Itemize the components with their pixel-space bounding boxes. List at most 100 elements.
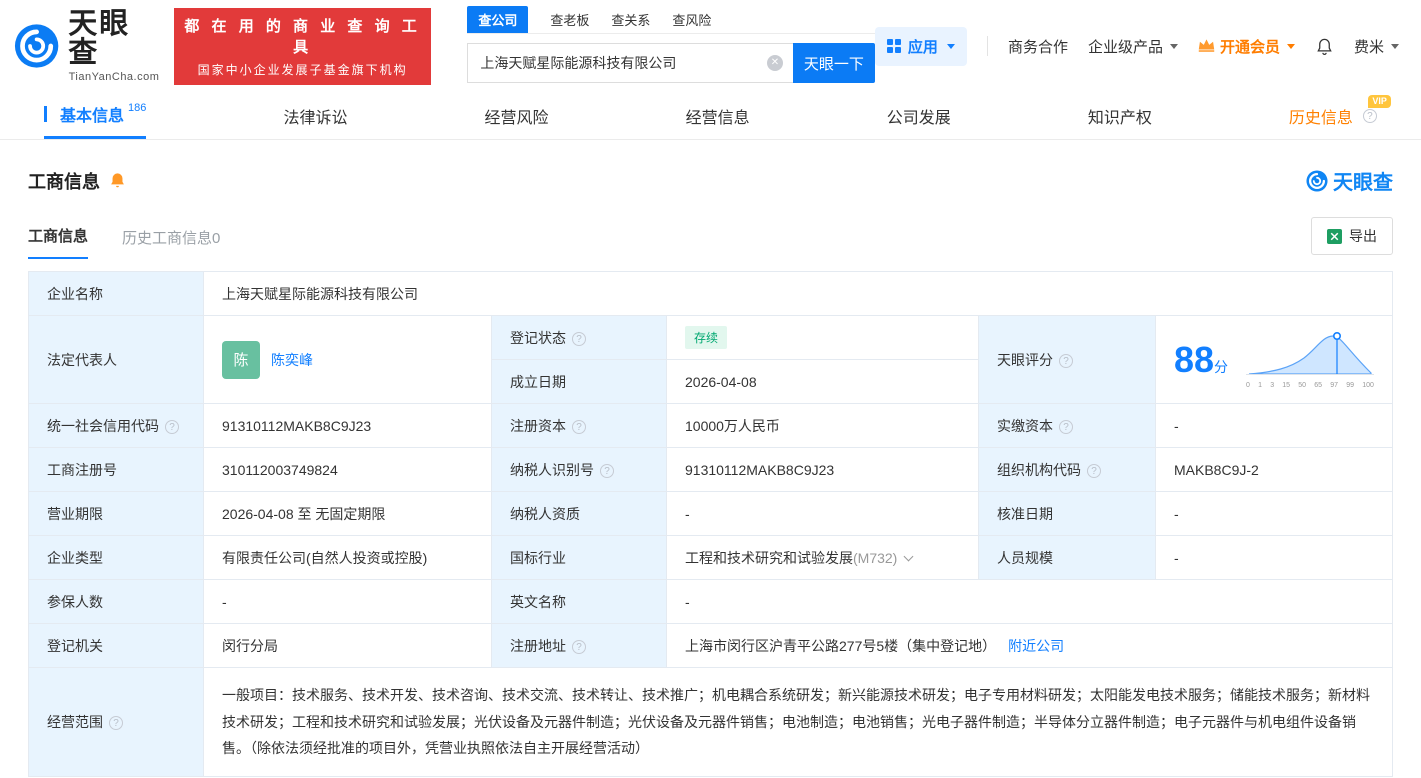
table-row: 参保人数 - 英文名称 - (28, 579, 1393, 624)
apps-grid-icon (886, 39, 901, 53)
tab-legal-litigation[interactable]: 法律诉讼 (283, 92, 347, 139)
tab-operation-risk[interactable]: 经营风险 (485, 92, 549, 139)
logo-swirl-icon (1306, 169, 1328, 192)
score-curve-icon (1246, 331, 1374, 375)
company-nav-tabs: 基本信息 186 法律诉讼 经营风险 经营信息 公司发展 知识产权 历史信息 V… (0, 92, 1421, 140)
legal-rep-link[interactable]: 陈奕峰 (271, 350, 313, 370)
score-label-cell: 天眼评分 (978, 315, 1156, 404)
search-tab-boss[interactable]: 查老板 (550, 10, 589, 33)
help-icon[interactable] (1059, 353, 1073, 368)
tab-operation-info[interactable]: 经营信息 (686, 92, 750, 139)
help-icon[interactable] (600, 463, 614, 478)
logo-domain: TianYanCha.com (68, 70, 160, 83)
subtab-history-business-info[interactable]: 历史工商信息0 (122, 227, 220, 259)
business-term-label: 营业期限 (28, 491, 204, 536)
table-row: 登记机关 闵行分局 注册地址 上海市闵行区沪青平公路277号5楼（集中登记地） 附… (28, 623, 1393, 668)
top-menu: 应用 商务合作 企业级产品 开通会员 费米 (874, 26, 1399, 66)
help-icon[interactable] (572, 419, 586, 434)
search-tab-company[interactable]: 查公司 (467, 6, 529, 33)
reg-authority-value: 闵行分局 (203, 623, 492, 668)
user-menu[interactable]: 费米 (1354, 36, 1399, 57)
legal-rep-avatar[interactable]: 陈 (222, 340, 260, 379)
help-icon[interactable] (109, 715, 123, 730)
company-name-value: 上海天赋星际能源科技有限公司 (203, 271, 1393, 316)
insured-label: 参保人数 (28, 579, 204, 624)
insured-value: - (203, 579, 492, 624)
tianyancha-logo[interactable]: 天眼查 TianYanCha.com (14, 9, 160, 83)
search-area: 查公司 查老板 查关系 查风险 天眼一下 (467, 6, 875, 83)
status-badge: 存续 (685, 326, 728, 349)
search-row: 天眼一下 (467, 43, 875, 83)
reg-number-label: 工商注册号 (28, 447, 204, 492)
menu-vip-label: 开通会员 (1219, 38, 1280, 56)
tab-company-development[interactable]: 公司发展 (887, 92, 951, 139)
clear-search-icon[interactable] (766, 55, 783, 71)
export-button[interactable]: 导出 (1311, 217, 1393, 255)
chevron-down-icon[interactable] (903, 551, 914, 561)
slogan-banner: 都 在 用 的 商 业 查 询 工 具 国家中小企业发展子基金旗下机构 (173, 7, 432, 85)
staff-size-value: - (1155, 535, 1393, 580)
help-icon[interactable] (572, 331, 586, 346)
reg-capital-label: 注册资本 (510, 417, 566, 434)
taxpayer-quality-value: - (666, 491, 979, 536)
legal-rep-label: 法定代表人 (28, 315, 204, 404)
taxpayer-quality-label: 纳税人资质 (491, 491, 667, 536)
tab-company-development-label: 公司发展 (886, 109, 951, 127)
business-info-table: 企业名称 上海天赋星际能源科技有限公司 法定代表人 陈 陈奕峰 登记状态 存续 (28, 271, 1393, 777)
menu-enterprise[interactable]: 企业级产品 (1088, 36, 1178, 57)
apps-menu[interactable]: 应用 (874, 26, 967, 66)
apps-menu-label: 应用 (907, 38, 938, 56)
tab-history-info[interactable]: 历史信息 VIP (1289, 92, 1391, 139)
business-term-value: 2026-04-08 至 无固定期限 (203, 491, 492, 536)
table-row: 统一社会信用代码 91310112MAKB8C9J23 注册资本 10000万人… (28, 403, 1393, 448)
monitor-bell-icon[interactable] (109, 172, 126, 189)
help-icon[interactable] (1059, 419, 1073, 434)
search-button[interactable]: 天眼一下 (792, 43, 875, 83)
reg-authority-label: 登记机关 (28, 623, 204, 668)
tab-operation-risk-label: 经营风险 (484, 109, 549, 127)
menu-vip[interactable]: 开通会员 (1198, 36, 1295, 57)
nearby-companies-link[interactable]: 附近公司 (1008, 638, 1064, 654)
bell-icon (1317, 38, 1332, 55)
help-icon[interactable] (1362, 108, 1377, 123)
main-content: 工商信息 天眼查 工商信息 历史工商信息0 导出 企业名称 上海天赋星际能源科技… (0, 166, 1421, 777)
search-tab-risk[interactable]: 查风险 (672, 10, 711, 33)
taxpayer-id-value: 91310112MAKB8C9J23 (666, 447, 979, 492)
help-icon[interactable] (1087, 463, 1101, 478)
credit-code-value: 91310112MAKB8C9J23 (203, 403, 492, 448)
table-row: 经营范围 一般项目：技术服务、技术开发、技术咨询、技术交流、技术转让、技术推广；… (28, 667, 1393, 777)
menu-divider (986, 36, 988, 56)
user-name: 费米 (1353, 38, 1384, 56)
reg-capital-value: 10000万人民币 (666, 403, 979, 448)
subtab-business-info[interactable]: 工商信息 (28, 225, 89, 259)
help-icon[interactable] (572, 639, 586, 654)
company-type-label: 企业类型 (28, 535, 204, 580)
business-scope-value: 一般项目：技术服务、技术开发、技术咨询、技术交流、技术转让、技术推广；机电耦合系… (203, 667, 1393, 777)
chevron-down-icon (1286, 43, 1295, 49)
notifications-button[interactable] (1315, 37, 1334, 56)
help-icon[interactable] (165, 419, 179, 434)
section-header: 工商信息 天眼查 (28, 166, 1393, 195)
tab-basic-info[interactable]: 基本信息 186 (44, 92, 147, 139)
tab-intellectual-property-label: 知识产权 (1087, 109, 1152, 127)
table-row: 工商注册号 310112003749824 纳税人识别号 91310112MAK… (28, 447, 1393, 492)
score-label: 天眼评分 (997, 351, 1053, 368)
org-code-label-cell: 组织机构代码 (978, 447, 1156, 492)
tab-intellectual-property[interactable]: 知识产权 (1088, 92, 1152, 139)
industry-cell: 工程和技术研究和试验发展(M732) (666, 535, 979, 580)
legal-rep-cell: 陈 陈奕峰 (203, 315, 492, 404)
search-tab-relation[interactable]: 查关系 (611, 10, 650, 33)
search-input[interactable] (467, 43, 793, 83)
logo-swirl-icon (14, 24, 59, 68)
paid-capital-label-cell: 实缴资本 (978, 403, 1156, 448)
tab-legal-litigation-label: 法律诉讼 (283, 109, 348, 127)
menu-cooperation[interactable]: 商务合作 (1008, 36, 1068, 57)
search-type-tabs: 查公司 查老板 查关系 查风险 (467, 6, 875, 34)
establish-date-value: 2026-04-08 (666, 359, 979, 404)
score-chart: 0 1 3 15 50 65 97 99 100 (1246, 330, 1374, 389)
chevron-down-icon (1169, 43, 1178, 49)
establish-date-label: 成立日期 (491, 359, 667, 404)
sub-tabs-row: 工商信息 历史工商信息0 导出 (28, 217, 1393, 259)
paid-capital-label: 实缴资本 (997, 417, 1053, 434)
reg-number-value: 310112003749824 (203, 447, 492, 492)
